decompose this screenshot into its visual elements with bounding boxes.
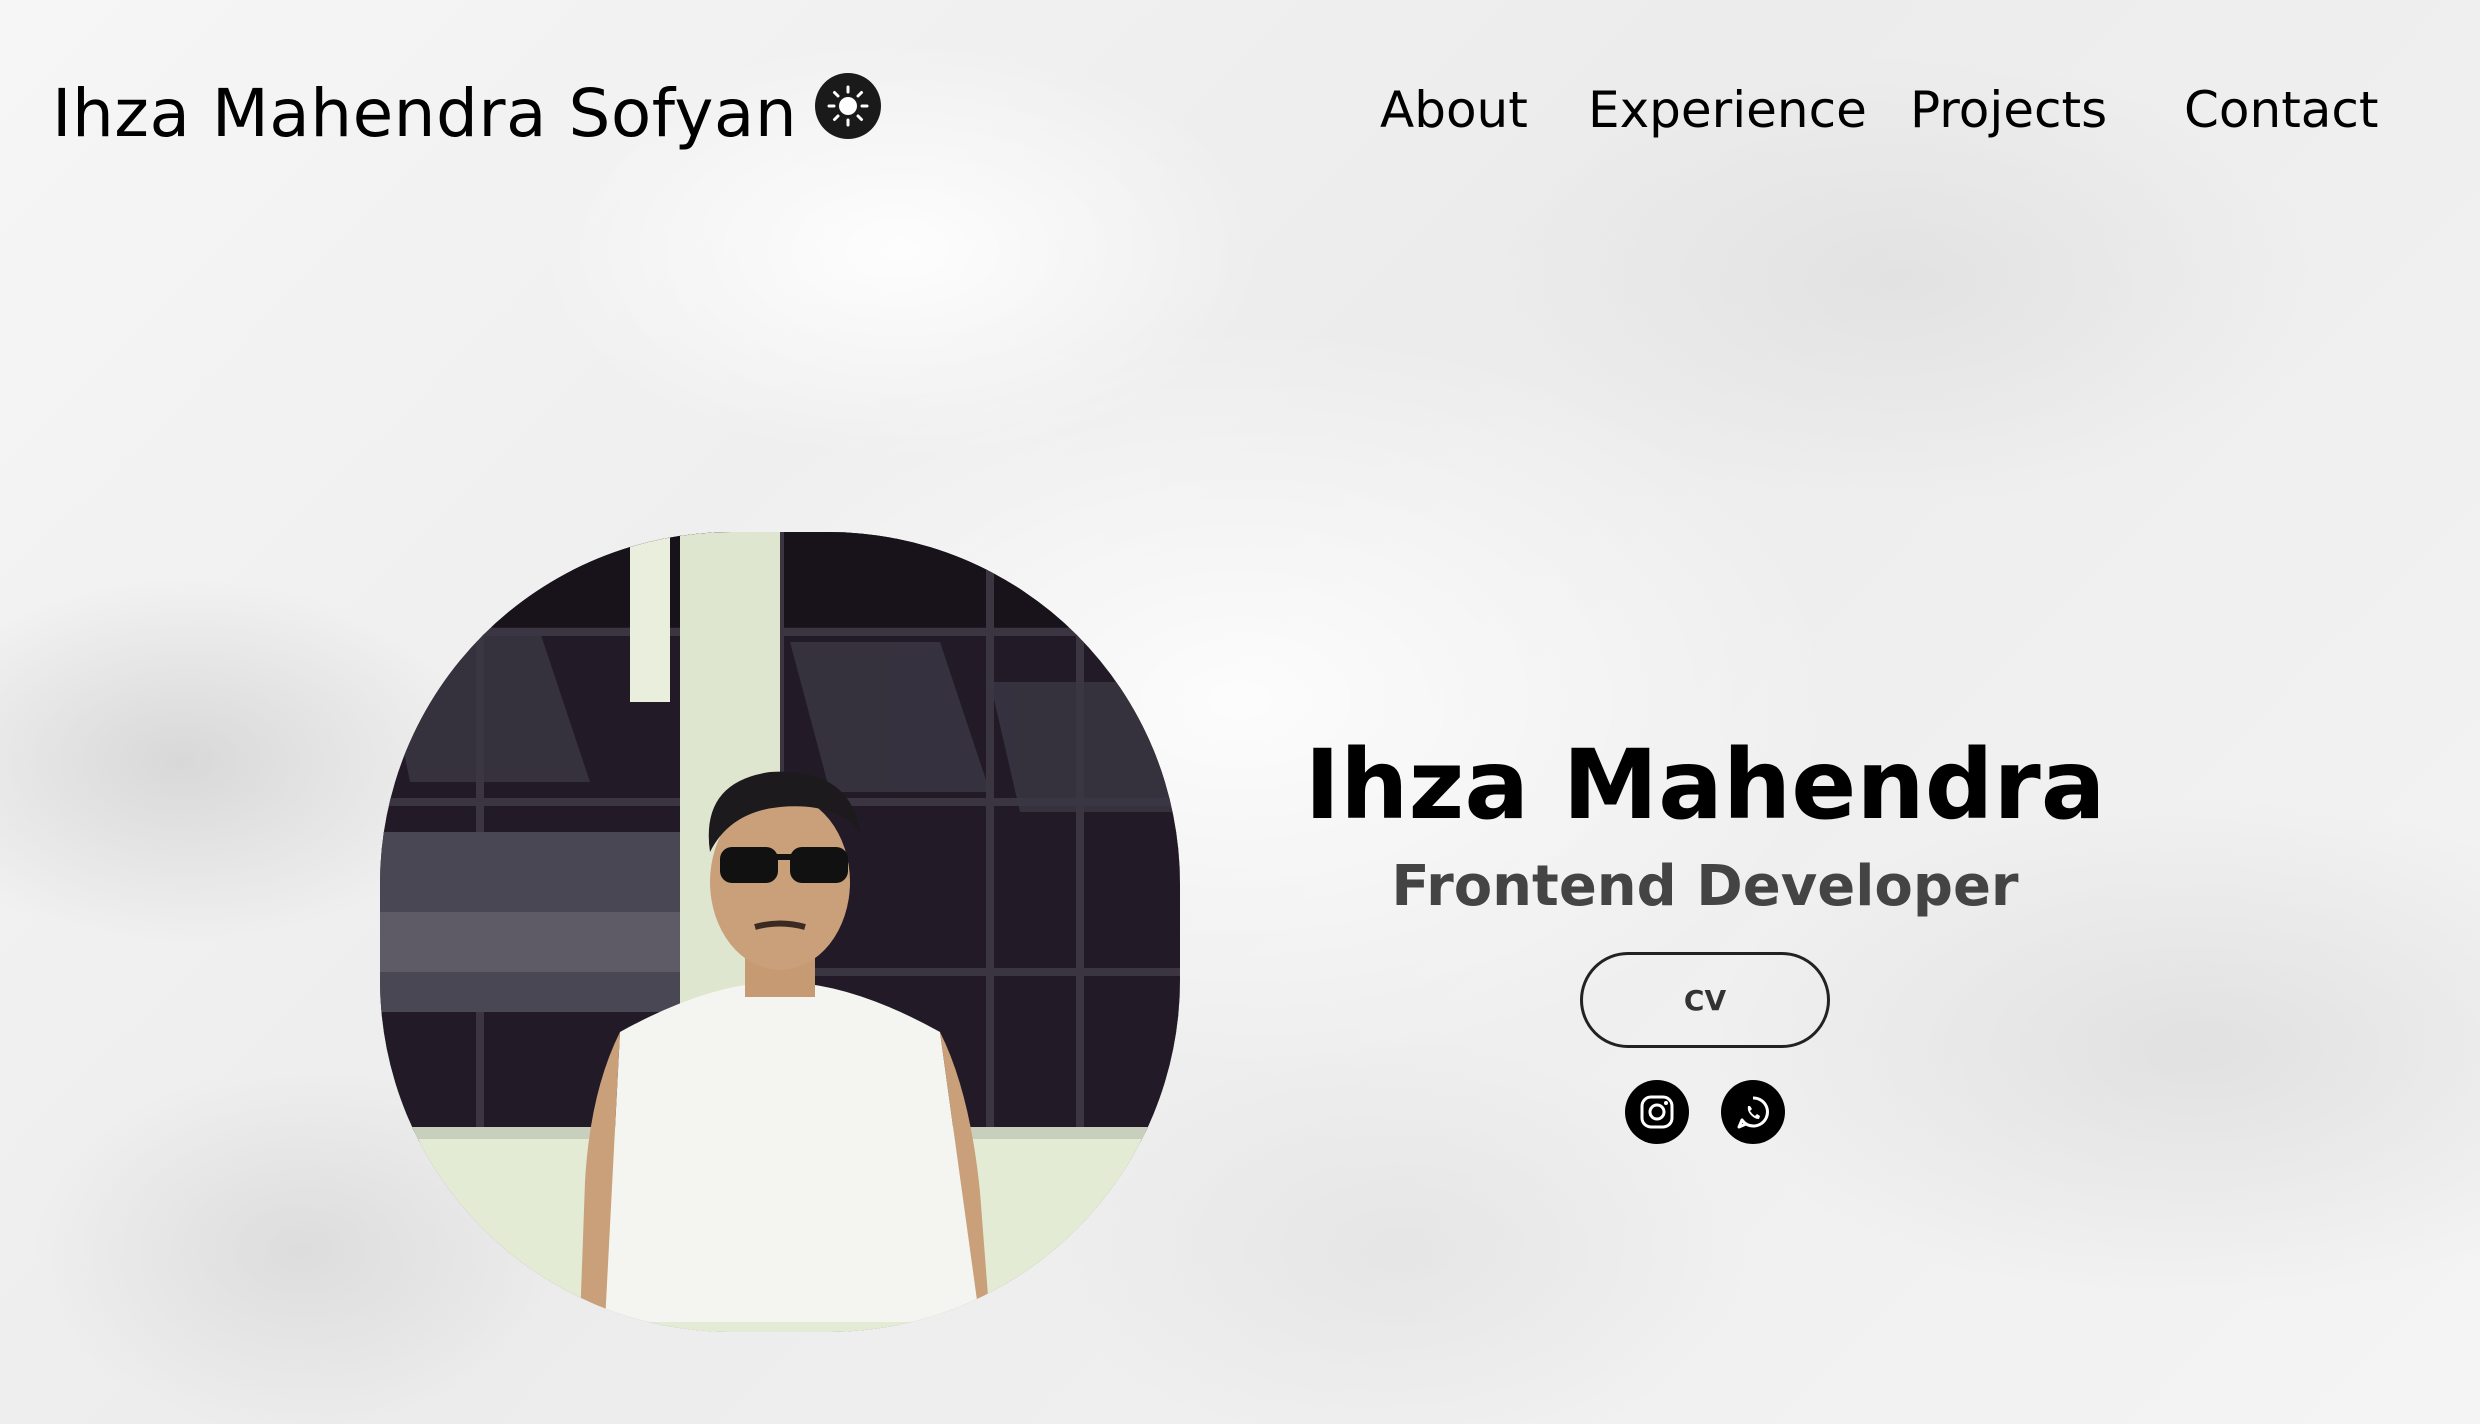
instagram-link[interactable]: [1625, 1080, 1689, 1144]
cv-button[interactable]: CV: [1580, 952, 1830, 1048]
hero-name: Ihza Mahendra: [1304, 729, 2106, 841]
main-nav: About Experience Projects Contact: [0, 80, 2480, 140]
whatsapp-link[interactable]: [1721, 1080, 1785, 1144]
nav-contact[interactable]: Contact: [2184, 80, 2379, 140]
nav-projects[interactable]: Projects: [1910, 80, 2107, 140]
social-links: [1625, 1080, 1785, 1144]
nav-experience[interactable]: Experience: [1588, 80, 1867, 140]
nav-about[interactable]: About: [1380, 80, 1528, 140]
hero-role: Frontend Developer: [1391, 854, 2019, 919]
profile-photo: [380, 532, 1180, 1332]
hero-content: Ihza Mahendra Frontend Developer CV: [1304, 730, 2106, 1144]
whatsapp-icon: [1737, 1096, 1769, 1129]
instagram-icon: [1640, 1095, 1674, 1129]
